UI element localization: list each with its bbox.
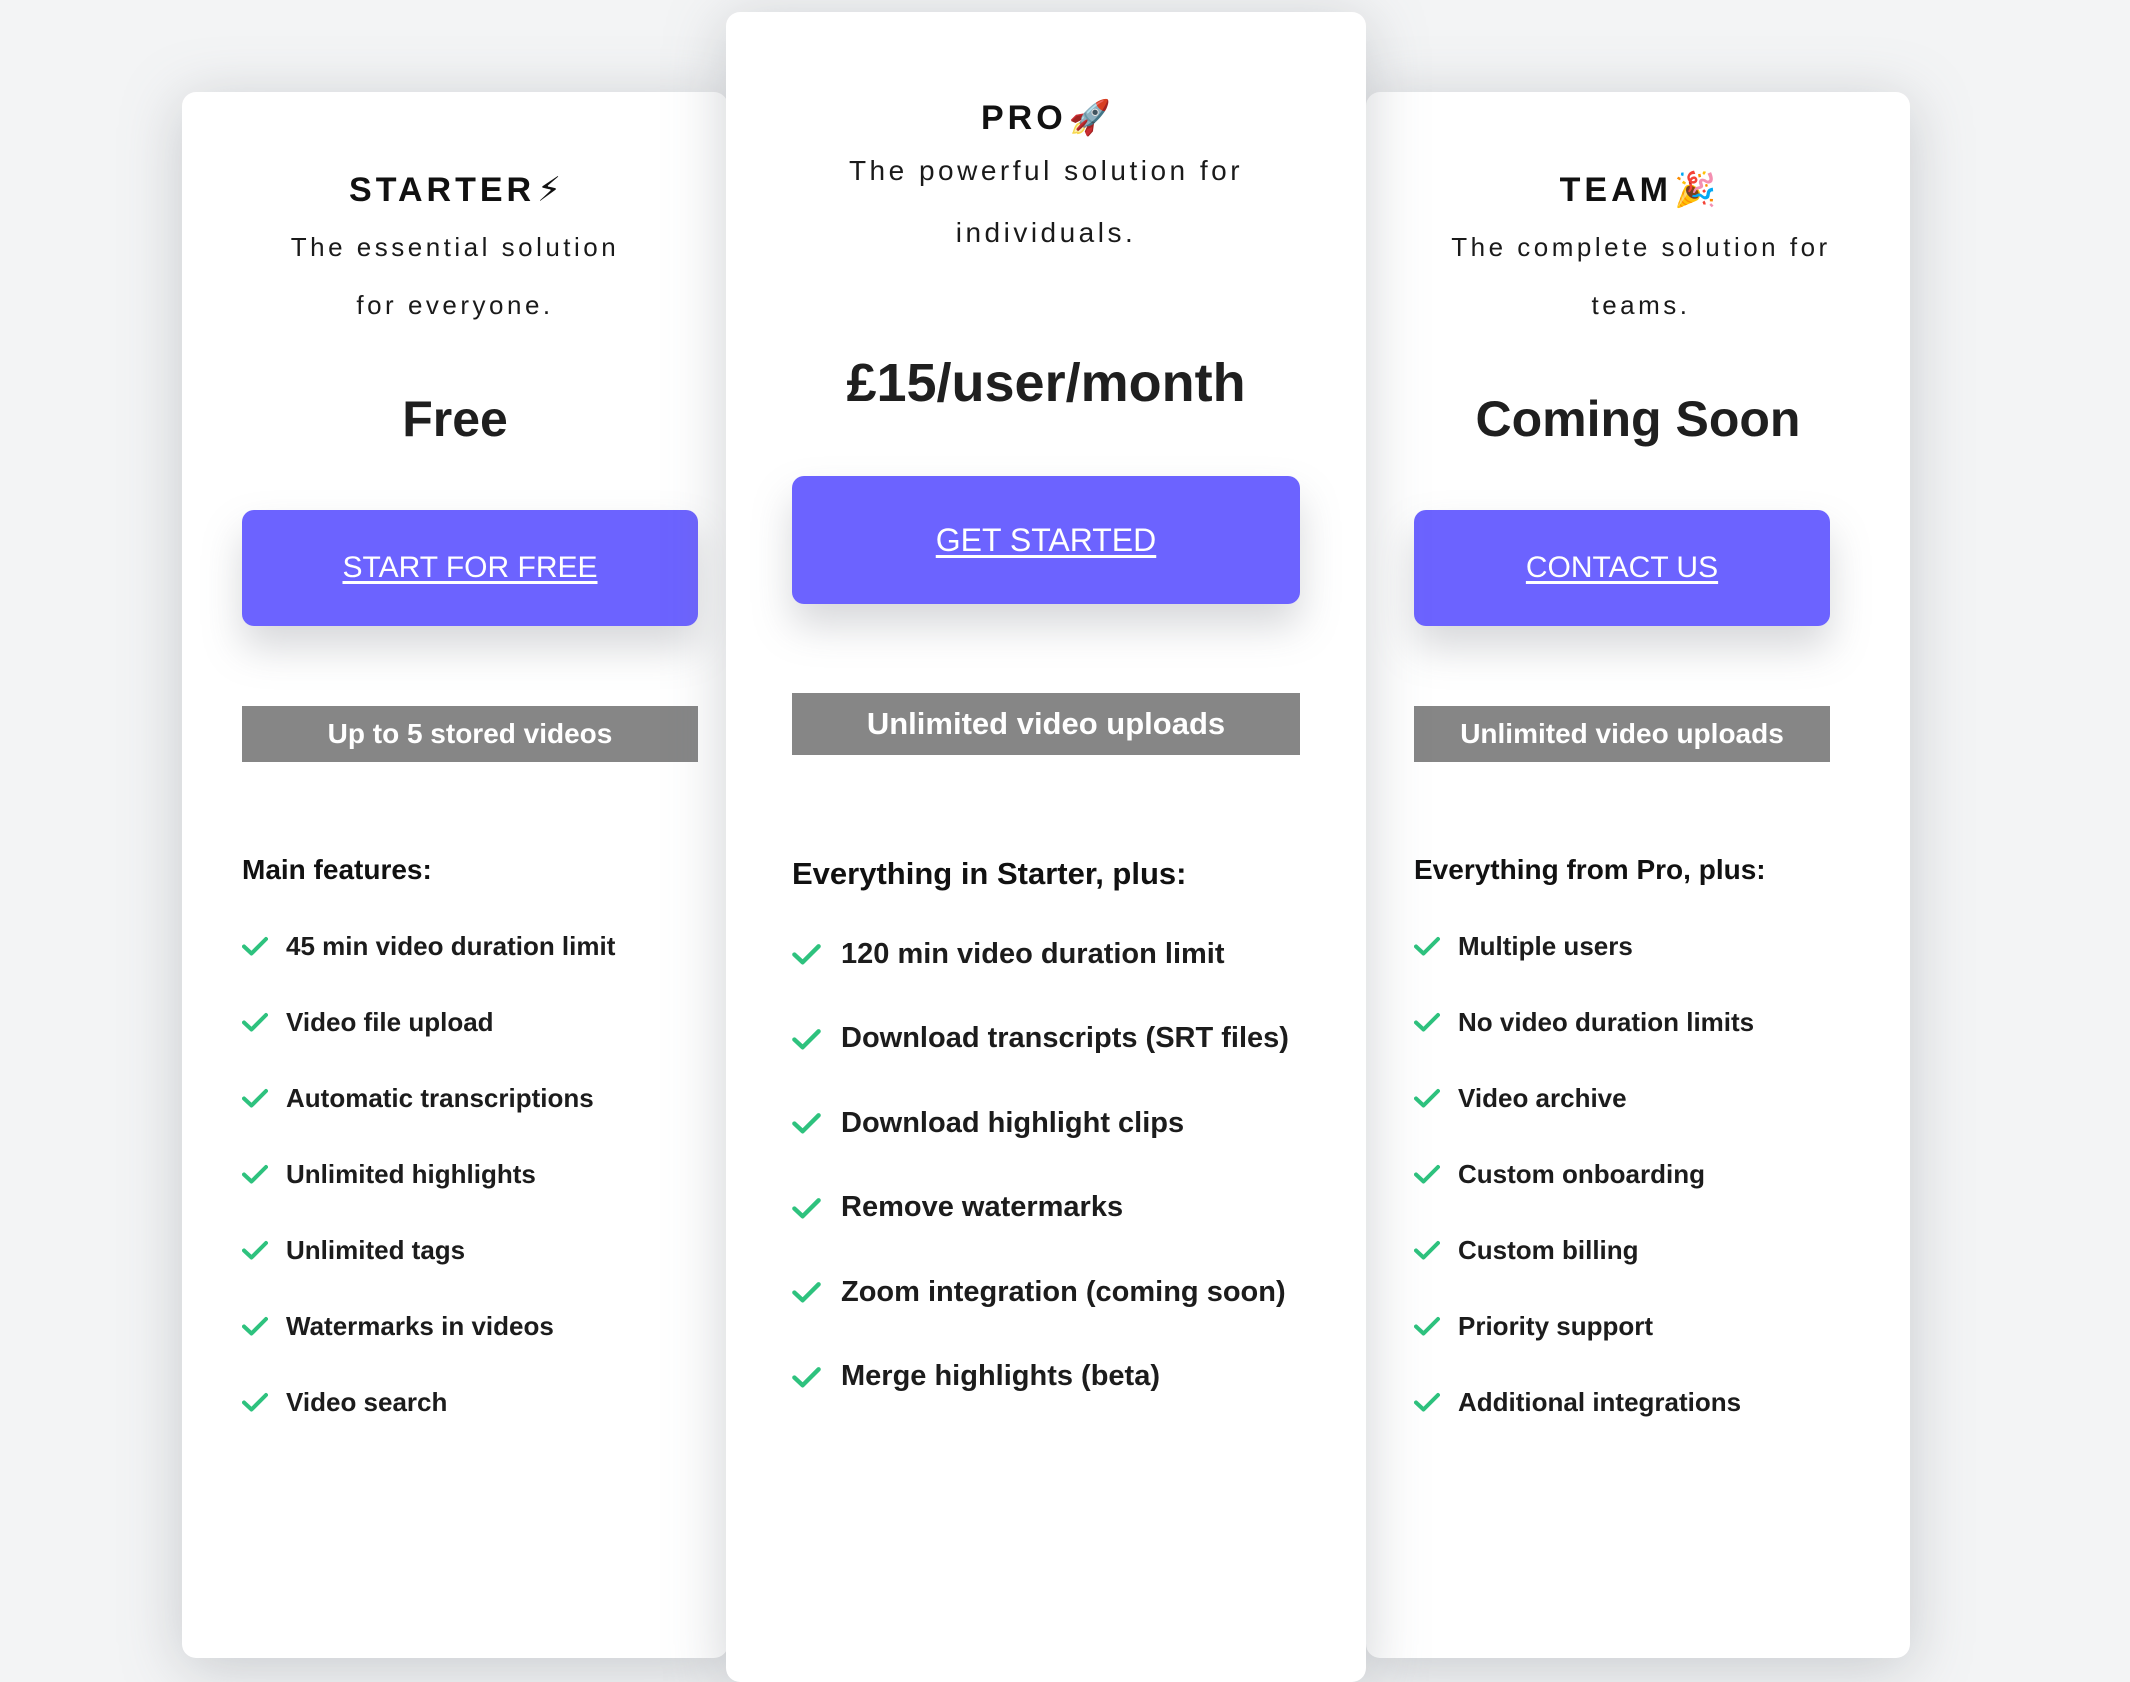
feature-item: No video duration limits — [1414, 984, 1754, 1060]
feature-item: Priority support — [1414, 1288, 1754, 1364]
plan-price: £15/user/month — [846, 353, 1246, 413]
start-for-free-button[interactable]: START FOR FREE — [242, 510, 698, 626]
feature-label: Download transcripts (SRT files) — [841, 1022, 1289, 1055]
check-icon — [242, 1316, 268, 1336]
feature-label: Custom billing — [1458, 1234, 1639, 1265]
feature-label: 45 min video duration limit — [286, 930, 616, 961]
feature-label: Download highlight clips — [841, 1106, 1185, 1139]
feature-item: Download transcripts (SRT files) — [792, 997, 1289, 1082]
check-icon — [792, 943, 821, 965]
check-icon — [242, 1012, 268, 1032]
check-icon — [242, 1392, 268, 1412]
feature-item: Multiple users — [1414, 908, 1754, 984]
plan-price: Free — [402, 391, 508, 447]
feature-label: Merge highlights (beta) — [841, 1360, 1160, 1393]
feature-label: Priority support — [1458, 1310, 1654, 1341]
check-icon — [242, 1240, 268, 1260]
feature-label: Video archive — [1458, 1082, 1627, 1113]
plan-description: The complete solution for teams. — [1451, 232, 1831, 320]
feature-item: Video file upload — [242, 984, 615, 1060]
pricing-card-starter: STARTER⚡ The essential solution for ever… — [182, 92, 728, 1658]
feature-item: Automatic transcriptions — [242, 1060, 615, 1136]
check-icon — [1414, 1316, 1440, 1336]
pricing-card-team: TEAM🎉 The complete solution for teams. C… — [1366, 92, 1910, 1658]
feature-label: Remove watermarks — [841, 1191, 1124, 1224]
check-icon — [242, 1088, 268, 1108]
check-icon — [1414, 1012, 1440, 1032]
features-heading: Main features: — [242, 854, 432, 885]
feature-item: Video archive — [1414, 1060, 1754, 1136]
check-icon — [792, 1366, 821, 1388]
check-icon — [792, 1197, 821, 1219]
party-popper-icon: 🎉 — [1673, 171, 1717, 209]
plan-description: The powerful solution for individuals. — [848, 155, 1244, 248]
feature-list: Multiple users No video duration limits Vi… — [1414, 908, 1754, 1440]
pricing-card-pro: PRO🚀 The powerful solution for individua… — [726, 12, 1366, 1682]
feature-label: Video search — [286, 1386, 448, 1417]
check-icon — [1414, 1392, 1440, 1412]
check-icon — [792, 1112, 821, 1134]
check-icon — [792, 1028, 821, 1050]
rocket-icon: 🚀 — [1068, 99, 1112, 137]
feature-label: Unlimited highlights — [286, 1158, 536, 1189]
feature-label: No video duration limits — [1458, 1006, 1755, 1037]
check-icon — [1414, 1088, 1440, 1108]
check-icon — [792, 1281, 821, 1303]
plan-highlight-badge: Up to 5 stored videos — [242, 706, 698, 762]
feature-item: Custom onboarding — [1414, 1136, 1754, 1212]
feature-item: Unlimited tags — [242, 1212, 615, 1288]
feature-item: Download highlight clips — [792, 1081, 1289, 1166]
feature-item: 45 min video duration limit — [242, 908, 615, 984]
features-heading: Everything from Pro, plus: — [1414, 854, 1766, 885]
feature-list: 120 min video duration limit Download tra… — [792, 912, 1289, 1419]
plan-description: The essential solution for everyone. — [290, 232, 620, 320]
feature-item: Additional integrations — [1414, 1364, 1754, 1440]
feature-label: Watermarks in videos — [286, 1310, 554, 1341]
plan-price: Coming Soon — [1475, 391, 1801, 447]
plan-title: PRO🚀 — [980, 99, 1112, 137]
feature-item: Zoom integration (coming soon) — [792, 1250, 1289, 1335]
feature-label: Video file upload — [286, 1006, 494, 1037]
feature-label: Automatic transcriptions — [286, 1082, 594, 1113]
contact-us-button[interactable]: CONTACT US — [1414, 510, 1830, 626]
check-icon — [1414, 1164, 1440, 1184]
features-heading: Everything in Starter, plus: — [792, 856, 1187, 891]
feature-label: Zoom integration (coming soon) — [841, 1275, 1286, 1308]
check-icon — [1414, 1240, 1440, 1260]
feature-item: Unlimited highlights — [242, 1136, 615, 1212]
feature-item: Watermarks in videos — [242, 1288, 615, 1364]
feature-label: Multiple users — [1458, 930, 1633, 961]
feature-item: 120 min video duration limit — [792, 912, 1289, 997]
lightning-icon: ⚡ — [537, 171, 561, 209]
check-icon — [242, 936, 268, 956]
plan-highlight-badge: Unlimited video uploads — [792, 693, 1300, 755]
check-icon — [1414, 936, 1440, 956]
feature-list: 45 min video duration limit Video file up… — [242, 908, 615, 1440]
feature-label: Custom onboarding — [1458, 1158, 1705, 1189]
feature-item: Remove watermarks — [792, 1166, 1289, 1251]
check-icon — [242, 1164, 268, 1184]
plan-title: STARTER⚡ — [349, 171, 561, 209]
feature-label: Unlimited tags — [286, 1234, 466, 1265]
feature-label: 120 min video duration limit — [841, 937, 1225, 970]
feature-item: Merge highlights (beta) — [792, 1335, 1289, 1420]
plan-title: TEAM🎉 — [1559, 171, 1717, 209]
feature-item: Custom billing — [1414, 1212, 1754, 1288]
plan-highlight-badge: Unlimited video uploads — [1414, 706, 1830, 762]
get-started-button[interactable]: GET STARTED — [792, 476, 1300, 604]
feature-label: Additional integrations — [1458, 1386, 1742, 1417]
feature-item: Video search — [242, 1364, 615, 1440]
